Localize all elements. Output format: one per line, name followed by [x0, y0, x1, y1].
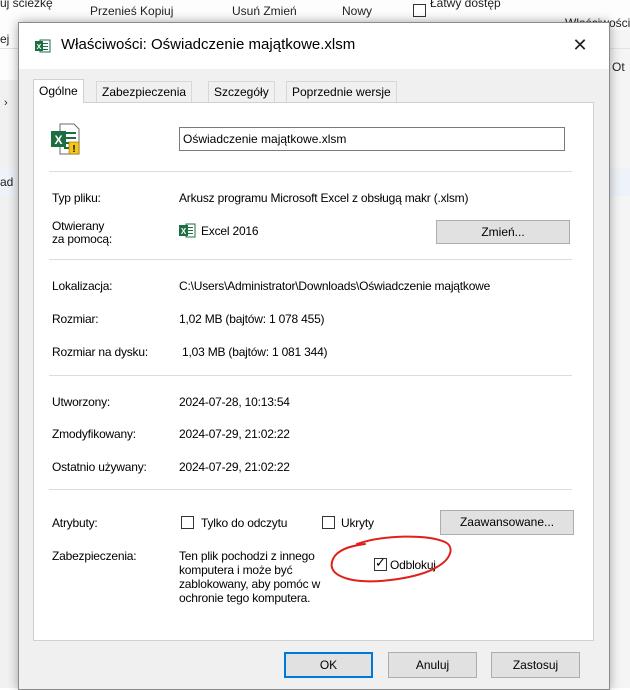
opens-with-value: Excel 2016: [201, 224, 259, 238]
security-message-line: zablokowany, aby pomóc w: [179, 577, 321, 591]
size-label: Rozmiar:: [52, 312, 99, 326]
tab-general[interactable]: Ogólne: [33, 79, 84, 103]
separator: [49, 375, 572, 376]
cancel-button[interactable]: Anuluj: [388, 652, 477, 678]
ribbon-new[interactable]: Nowy: [342, 4, 372, 18]
explorer-left-fragment: ej: [0, 32, 10, 46]
created-label: Utworzony:: [52, 395, 111, 409]
accessed-value: 2024-07-29, 21:02:22: [179, 460, 290, 474]
ok-button[interactable]: OK: [284, 652, 373, 678]
opens-with-label-line2: za pomocą:: [52, 232, 113, 246]
svg-text:X: X: [54, 133, 62, 147]
red-annotation-circle: [330, 535, 452, 583]
ribbon-delete-rename[interactable]: Usuń Zmień: [232, 4, 297, 18]
size-on-disk-value: 1,03 MB (bajtów: 1 081 344): [182, 345, 328, 359]
modified-label: Zmodyfikowany:: [52, 427, 136, 441]
svg-text:X: X: [181, 227, 187, 236]
excel-file-icon: X !: [51, 123, 80, 155]
created-value: 2024-07-28, 10:13:54: [179, 395, 290, 409]
hidden-label[interactable]: Ukryty: [341, 516, 374, 530]
security-message: Ten plik pochodzi z innego komputera i m…: [179, 549, 320, 605]
security-label: Zabezpieczenia:: [52, 549, 137, 563]
general-panel: X ! Oświadczenie majątkowe.xlsm Typ plik…: [33, 102, 594, 641]
close-icon[interactable]: ✕: [559, 29, 601, 61]
tab-details[interactable]: Szczegóły: [208, 81, 275, 102]
apply-button[interactable]: Zastosuj: [491, 652, 580, 678]
excel-file-icon: X: [35, 39, 51, 53]
ribbon-move-copy[interactable]: Przenieś Kopiuj: [90, 4, 173, 18]
separator: [49, 259, 572, 260]
hidden-checkbox[interactable]: [322, 516, 335, 529]
modified-value: 2024-07-29, 21:02:22: [179, 427, 290, 441]
ribbon-open-fragment[interactable]: Ot: [612, 60, 625, 74]
tab-previous-versions[interactable]: Poprzednie wersje: [286, 81, 397, 102]
separator: [49, 489, 572, 490]
explorer-chevron-icon[interactable]: ›: [4, 97, 8, 109]
svg-text:!: !: [72, 144, 75, 155]
separator: [49, 171, 572, 172]
security-message-line: ochronie tego komputera.: [179, 591, 311, 605]
security-message-line: Ten plik pochodzi z innego: [179, 549, 315, 563]
properties-dialog: X Właściwości: Oświadczenie majątkowe.xl…: [18, 22, 610, 690]
readonly-checkbox[interactable]: [181, 516, 194, 529]
size-on-disk-label: Rozmiar na dysku:: [52, 345, 148, 359]
location-value: C:\Users\Administrator\Downloads\Oświadc…: [179, 279, 491, 293]
attributes-label: Atrybuty:: [52, 516, 98, 530]
excel-app-icon: X: [179, 223, 196, 238]
title-bar[interactable]: X Właściwości: Oświadczenie majątkowe.xl…: [19, 23, 609, 69]
opens-with-label: Otwierany za pomocą:: [52, 220, 112, 246]
opens-with-label-line1: Otwierany: [52, 219, 105, 233]
location-label: Lokalizacja:: [52, 279, 113, 293]
svg-text:X: X: [37, 44, 42, 51]
file-type-value: Arkusz programu Microsoft Excel z obsług…: [179, 191, 469, 205]
tab-security[interactable]: Zabezpieczenia: [96, 81, 193, 102]
file-name-field[interactable]: Oświadczenie majątkowe.xlsm: [179, 127, 565, 151]
accessed-label: Ostatnio używany:: [52, 460, 147, 474]
dialog-title: Właściwości: Oświadczenie majątkowe.xlsm: [61, 36, 356, 53]
easy-access-checkbox-icon[interactable]: [413, 4, 426, 17]
size-value: 1,02 MB (bajtów: 1 078 455): [179, 312, 325, 326]
advanced-button[interactable]: Zaawansowane...: [440, 510, 574, 535]
explorer-right-strip: [610, 30, 630, 688]
ribbon-easy-access[interactable]: Łatwy dostęp: [430, 0, 501, 10]
file-type-label: Typ pliku:: [52, 191, 101, 205]
change-button[interactable]: Zmień...: [436, 220, 570, 244]
security-message-line: komputera i może być: [179, 563, 293, 577]
explorer-row-fragment: ad: [0, 175, 14, 189]
ribbon-copy-path[interactable]: uj ścieżkę: [0, 0, 53, 10]
file-name-value[interactable]: Oświadczenie majątkowe.xlsm: [183, 132, 346, 146]
readonly-label[interactable]: Tylko do odczytu: [201, 516, 287, 530]
